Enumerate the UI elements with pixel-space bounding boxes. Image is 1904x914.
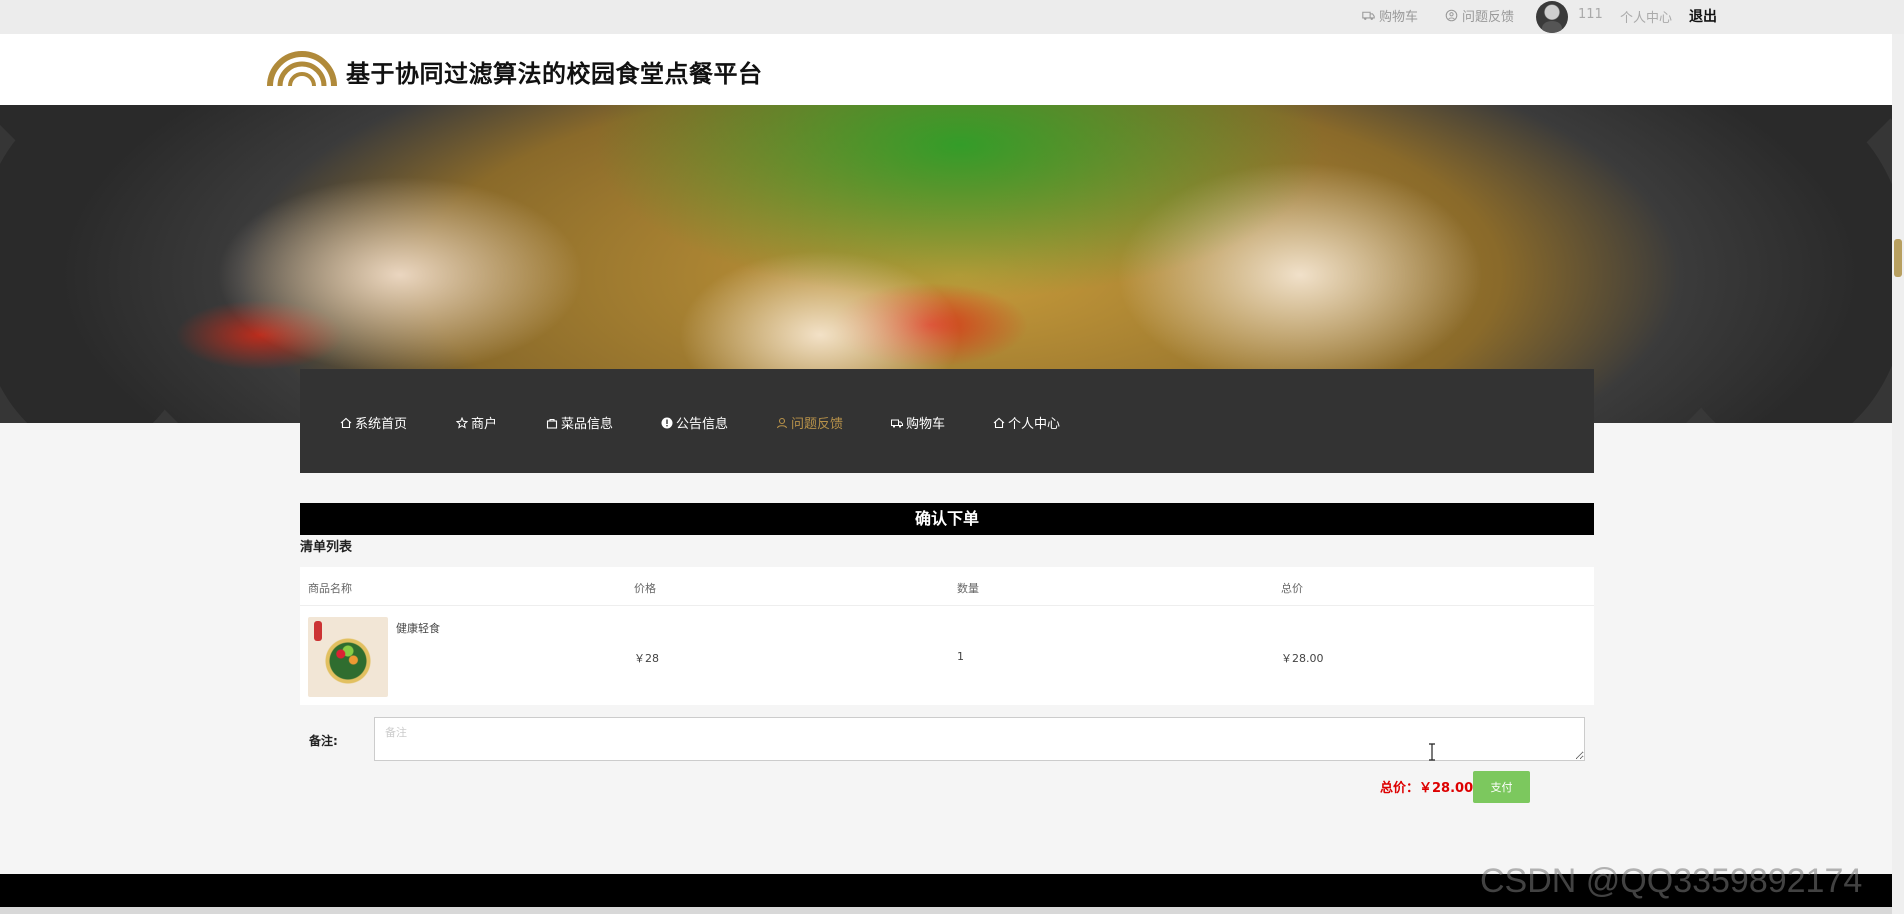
column-header: 数量 xyxy=(957,582,979,595)
product-total: ￥28.00 xyxy=(1281,652,1324,665)
home-icon xyxy=(340,417,352,428)
nav-item-feedback[interactable]: 问题反馈 xyxy=(776,413,843,432)
bag-icon xyxy=(546,418,558,429)
logout-link[interactable]: 退出 xyxy=(1689,6,1717,26)
note-label: 备注: xyxy=(309,734,338,748)
nav-item-cart[interactable]: 购物车 xyxy=(891,413,945,432)
column-header: 总价 xyxy=(1281,582,1303,595)
watermark: CSDN @QQ3359892174 xyxy=(1480,862,1863,900)
product-quantity: 1 xyxy=(957,650,964,663)
nav-item-home[interactable]: 系统首页 xyxy=(340,413,407,432)
topbar-center-link[interactable]: 个人中心 xyxy=(1620,7,1672,26)
column-header: 价格 xyxy=(634,582,656,595)
top-utility-bar: 购物车 问题反馈 111 个人中心 退出 xyxy=(0,0,1904,34)
avatar[interactable] xyxy=(1536,1,1568,33)
nav-item-label: 购物车 xyxy=(906,417,946,432)
product-name[interactable]: 健康轻食 xyxy=(396,620,440,636)
pay-button[interactable]: 支付 xyxy=(1473,771,1530,803)
site-header: 基于协同过滤算法的校园食堂点餐平台 xyxy=(0,34,1904,105)
scrollbar-thumb[interactable] xyxy=(1894,239,1902,277)
product-price: ￥28 xyxy=(634,652,659,665)
nav-item-label: 公告信息 xyxy=(676,417,729,432)
main-nav: 系统首页 商户 菜品信息 公告信息 问题反馈 购物车 个人中心 xyxy=(300,369,1594,473)
truck-icon xyxy=(1362,11,1375,20)
list-title: 清单列表 xyxy=(300,540,353,555)
site-title: 基于协同过滤算法的校园食堂点餐平台 xyxy=(346,60,763,88)
topbar-cart-link[interactable]: 购物车 xyxy=(1362,6,1418,25)
confirm-order-title: 确认下单 xyxy=(300,503,1594,535)
note-input[interactable] xyxy=(374,717,1585,761)
order-table: 商品名称 价格 数量 总价 健康轻食 ￥28 1 ￥28.00 xyxy=(300,567,1594,705)
truck-icon xyxy=(891,419,903,428)
nav-item-label: 菜品信息 xyxy=(561,417,614,432)
nav-item-label: 问题反馈 xyxy=(791,417,844,432)
order-total: 总价：￥28.00 xyxy=(1380,781,1474,796)
nav-item-label: 系统首页 xyxy=(355,417,408,432)
nav-item-label: 商户 xyxy=(471,417,498,432)
user-circle-icon xyxy=(1445,9,1458,22)
nav-item-notice[interactable]: 公告信息 xyxy=(661,413,728,432)
bottom-strip xyxy=(0,907,1904,914)
topbar-feedback-link[interactable]: 问题反馈 xyxy=(1445,6,1514,25)
star-icon xyxy=(456,416,468,429)
column-header: 商品名称 xyxy=(308,582,352,595)
text-cursor-icon xyxy=(1429,743,1435,761)
nav-item-dishes[interactable]: 菜品信息 xyxy=(546,413,613,432)
home-icon xyxy=(993,417,1005,428)
nav-item-label: 个人中心 xyxy=(1008,417,1061,432)
scrollbar[interactable] xyxy=(1892,34,1904,914)
topbar-feedback-label: 问题反馈 xyxy=(1462,10,1515,25)
nav-item-center[interactable]: 个人中心 xyxy=(993,413,1060,432)
product-thumbnail[interactable] xyxy=(308,617,388,697)
divider xyxy=(300,605,1594,606)
logo-icon xyxy=(267,51,337,87)
user-icon xyxy=(776,417,788,428)
username: 111 xyxy=(1578,7,1603,22)
info-icon xyxy=(661,417,673,428)
topbar-cart-label: 购物车 xyxy=(1379,10,1419,25)
nav-item-merchant[interactable]: 商户 xyxy=(456,413,497,432)
